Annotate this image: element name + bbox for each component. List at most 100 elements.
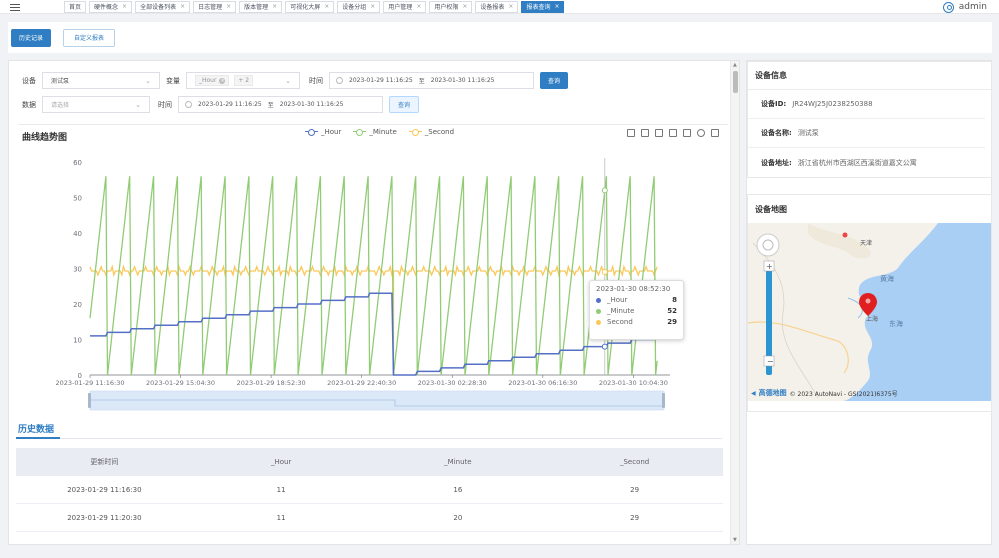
tooltip-second-dot (596, 319, 601, 325)
table-cell: 20 (453, 513, 463, 522)
tab-item[interactable]: 版本管理 × (239, 0, 283, 13)
time2-start: 2023-01-29 11:16:25 (198, 101, 262, 108)
variable-select[interactable]: _Hour × + 2 ⌄ (186, 72, 300, 89)
tab-label: 用户权限 (434, 4, 459, 11)
tooltip-second-value: 29 (667, 318, 677, 326)
tab-item[interactable]: 全部设备列表 × (135, 0, 191, 13)
table-cell: 29 (630, 513, 640, 522)
col-header-minute[interactable]: _Minute (370, 458, 547, 466)
device-select[interactable]: 测试泵 ⌄ (42, 72, 160, 89)
col-header-hour[interactable]: _Hour (193, 458, 370, 466)
legend-minute[interactable]: _Minute (353, 128, 397, 136)
tab-label: 报表查询 (526, 4, 551, 11)
map-attribution: ◀ 高德地图 © 2023 AutoNavi - GS(2021)6375号 (751, 388, 898, 398)
tab-item[interactable]: 设备分组 × (337, 0, 381, 13)
legend-hour-label: _Hour (321, 128, 342, 136)
y-tick-label: 20 (73, 301, 82, 309)
chevron-down-icon: ⌄ (145, 76, 151, 85)
device-map[interactable]: 天津 黄海 东海 上海 + − ◀ 高德地图 © 2023 AutoNavi -… (748, 223, 991, 401)
tab-item[interactable]: 可视化大屏 × (285, 0, 335, 13)
table-row[interactable]: 2023-01-29 11:16:30 11 16 29 (16, 476, 723, 504)
line-chart-icon[interactable] (669, 129, 677, 137)
variable-chip: _Hour × (195, 75, 230, 86)
tab-item[interactable]: 首页 (64, 0, 87, 13)
zoom-icon[interactable] (627, 129, 635, 137)
table-cell: 11 (276, 485, 286, 494)
tooltip-minute-dot (596, 308, 601, 314)
data-view-icon[interactable] (655, 129, 663, 137)
tab-label: 日志管理 (198, 4, 223, 11)
x-tick-label: 2023-01-29 11:16:30 (55, 379, 124, 387)
user-menu[interactable]: admin (942, 0, 987, 14)
table-cell: 2023-01-29 11:16:30 (67, 485, 142, 494)
tooltip-row-minute: _Minute 52 (596, 307, 677, 315)
y-tick-label: 50 (73, 195, 82, 203)
tab-close-icon[interactable]: × (122, 3, 127, 10)
time-range-picker[interactable]: 2023-01-29 11:16:25 至 2023-01-30 11:16:2… (329, 72, 534, 89)
query2-button[interactable]: 查询 (389, 96, 420, 113)
tab-close-icon[interactable]: × (324, 3, 329, 10)
data-label: 数据 (22, 100, 36, 109)
scroll-down-icon[interactable]: ▼ (733, 537, 737, 543)
query-button[interactable]: 查询 (540, 72, 569, 89)
tab-close-icon[interactable]: × (462, 3, 467, 10)
legend-hour-marker (305, 129, 318, 136)
chevron-down-icon: ⌄ (285, 76, 291, 85)
scroll-thumb[interactable] (733, 71, 738, 93)
data-select[interactable]: 请选择 ⌄ (42, 96, 150, 113)
tab-strip: 首页 硬件概念 × 全部设备列表 × 日志管理 × 版本管理 × 可视化大屏 × 设备分组 × 用户管理 ×… (64, 0, 565, 13)
action-bar: 历史记录 自定义报表 (8, 22, 992, 53)
filter-row-1: 设备 测试泵 ⌄ 变量 _Hour × + 2 ⌄ 时间 2023-01-29 1… (22, 72, 569, 89)
clock-icon (336, 77, 343, 84)
restore-icon[interactable] (697, 129, 705, 137)
tab-close-icon[interactable]: × (226, 3, 231, 10)
col-header-second[interactable]: _Second (546, 458, 723, 466)
device-addr-row: 设备地址: 浙江省杭州市西湖区西溪街道嘉文公寓 (748, 148, 985, 177)
device-name-row: 设备名称: 测试泵 (748, 119, 985, 148)
series-minute-point (601, 187, 608, 194)
tab-close-icon[interactable]: × (416, 3, 421, 10)
tab-close-icon[interactable]: × (370, 3, 375, 10)
tab-item[interactable]: 设备报表 × (475, 0, 519, 13)
tab-label: 全部设备列表 (140, 4, 177, 11)
tab-item[interactable]: 日志管理 × (193, 0, 237, 13)
history-button[interactable]: 历史记录 (11, 28, 52, 47)
device-addr-label: 设备地址: (761, 158, 792, 167)
legend-second-label: _Second (424, 128, 455, 136)
device-map-title: 设备地图 (755, 204, 787, 214)
tab-close-icon[interactable]: × (272, 3, 277, 10)
chip-close-icon[interactable]: × (219, 77, 226, 84)
time2-end: 2023-01-30 11:16:25 (279, 101, 344, 108)
tab-item[interactable]: 用户管理 × (383, 0, 427, 13)
tab-label: 可视化大屏 (290, 4, 321, 11)
tab-item[interactable]: 报表查询 × (521, 0, 565, 13)
device-addr-value: 浙江省杭州市西湖区西溪街道嘉文公寓 (797, 158, 917, 167)
custom-report-button[interactable]: 自定义报表 (63, 28, 116, 47)
legend-second[interactable]: _Second (408, 128, 455, 136)
device-info-title: 设备信息 (748, 62, 991, 90)
legend-hour[interactable]: _Hour (305, 128, 341, 136)
time2-range-picker[interactable]: 2023-01-29 11:16:25 至 2023-01-30 11:16:2… (178, 96, 383, 113)
tab-item[interactable]: 用户权限 × (429, 0, 473, 13)
device-info-card: 设备信息 设备ID: JR24WJ25J0238250388 设备名称: 测试泵… (747, 61, 992, 178)
zoom-reset-icon[interactable] (641, 129, 649, 137)
tab-close-icon[interactable]: × (508, 3, 513, 10)
tab-close-icon[interactable]: × (180, 3, 185, 10)
tab-label: 设备报表 (480, 4, 505, 11)
variable-label: 变量 (166, 76, 180, 85)
tab-label: 用户管理 (388, 4, 413, 11)
menu-toggle-icon[interactable] (10, 2, 24, 12)
col-header-time[interactable]: 更新时间 (16, 457, 193, 467)
tab-item[interactable]: 硬件概念 × (89, 0, 133, 13)
table-row[interactable]: 2023-01-29 11:20:30 11 20 29 (16, 504, 723, 532)
download-icon[interactable] (711, 129, 719, 137)
legend-minute-label: _Minute (369, 128, 397, 136)
map-label-yellow-sea: 黄海 (880, 274, 894, 283)
scroll-up-icon[interactable]: ▲ (733, 62, 737, 68)
tab-close-icon[interactable]: × (554, 3, 559, 10)
x-tick-label: 2023-01-29 15:04:30 (146, 379, 215, 387)
user-name: admin (958, 2, 987, 12)
bar-chart-icon[interactable] (683, 129, 691, 137)
main-scrollbar[interactable]: ▲ ▼ (730, 61, 739, 544)
history-tab[interactable]: 历史数据 (18, 422, 54, 435)
